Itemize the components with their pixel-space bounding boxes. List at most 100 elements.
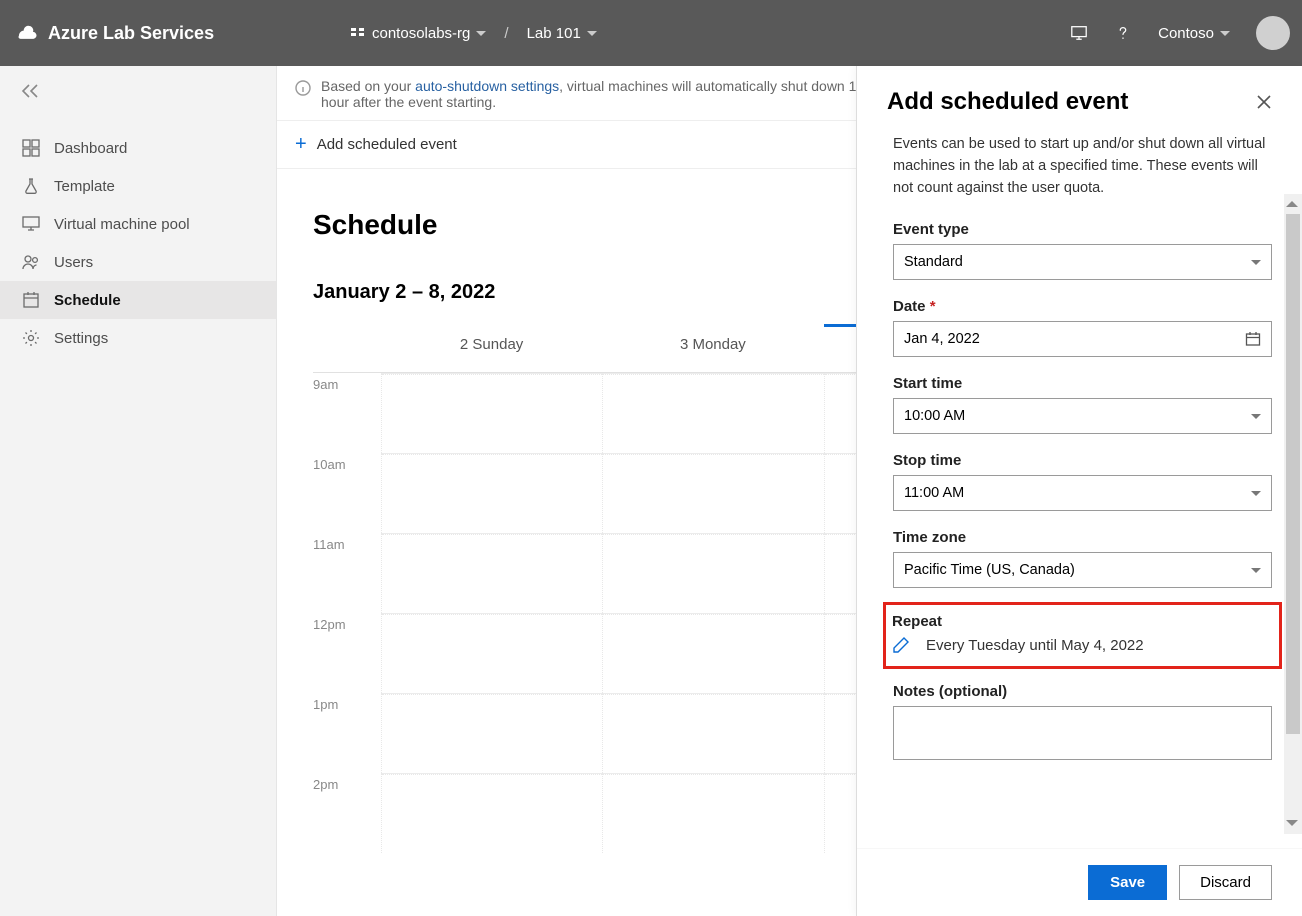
sidebar-item-schedule[interactable]: Schedule: [0, 281, 276, 319]
panel-title: Add scheduled event: [887, 88, 1128, 116]
calendar-cell[interactable]: [381, 693, 602, 773]
chevron-down-icon: [1220, 31, 1230, 36]
stop-time-select[interactable]: 11:00 AM: [893, 475, 1272, 511]
calendar-cell[interactable]: [602, 453, 823, 533]
calendar-cell[interactable]: [381, 613, 602, 693]
chevron-down-icon: [1251, 568, 1261, 573]
sidebar: Dashboard Template Virtual machine pool …: [0, 66, 277, 916]
date-value: Jan 4, 2022: [904, 331, 980, 347]
help-icon[interactable]: [1114, 24, 1132, 42]
start-time-select[interactable]: 10:00 AM: [893, 398, 1272, 434]
start-time-group: Start time 10:00 AM: [893, 375, 1272, 434]
event-type-select[interactable]: Standard: [893, 244, 1272, 280]
time-zone-value: Pacific Time (US, Canada): [904, 562, 1075, 578]
monitor-icon[interactable]: [1070, 24, 1088, 42]
auto-shutdown-link[interactable]: auto-shutdown settings: [415, 78, 559, 94]
plus-icon: +: [295, 133, 307, 156]
monitor-icon: [22, 215, 40, 233]
calendar-cell[interactable]: [381, 533, 602, 613]
sidebar-item-dashboard[interactable]: Dashboard: [0, 129, 276, 167]
time-zone-select[interactable]: Pacific Time (US, Canada): [893, 552, 1272, 588]
time-gutter-head: [313, 324, 381, 372]
calendar-icon: [22, 291, 40, 309]
chevron-down-icon: [1251, 491, 1261, 496]
calendar-cell[interactable]: [381, 773, 602, 853]
calendar-cell[interactable]: [602, 693, 823, 773]
breadcrumb-rg-label: contosolabs-rg: [372, 25, 470, 42]
save-button[interactable]: Save: [1088, 865, 1167, 900]
start-time-value: 10:00 AM: [904, 408, 965, 424]
sidebar-item-label: Settings: [54, 330, 108, 347]
time-label: 10am: [313, 453, 381, 533]
day-header-sunday[interactable]: 2 Sunday: [381, 324, 602, 372]
scroll-down-icon[interactable]: [1286, 820, 1298, 826]
flask-icon: [22, 177, 40, 195]
repeat-highlight-box: Repeat Every Tuesday until May 4, 2022: [883, 602, 1282, 669]
notes-label: Notes (optional): [893, 683, 1272, 700]
notes-textarea[interactable]: [893, 706, 1272, 760]
sidebar-item-vm-pool[interactable]: Virtual machine pool: [0, 205, 276, 243]
repeat-value: Every Tuesday until May 4, 2022: [926, 637, 1144, 654]
sidebar-item-label: Dashboard: [54, 140, 127, 157]
date-group: Date * Jan 4, 2022: [893, 298, 1272, 357]
sidebar-item-users[interactable]: Users: [0, 243, 276, 281]
calendar-cell[interactable]: [602, 373, 823, 453]
double-chevron-left-icon: [20, 84, 40, 98]
edit-icon[interactable]: [892, 636, 910, 654]
scroll-up-icon[interactable]: [1286, 201, 1298, 207]
time-zone-label: Time zone: [893, 529, 1272, 546]
start-time-label: Start time: [893, 375, 1272, 392]
calendar-cell[interactable]: [602, 613, 823, 693]
date-label: Date *: [893, 298, 1272, 315]
repeat-label: Repeat: [892, 613, 1273, 630]
calendar-cell[interactable]: [602, 773, 823, 853]
sidebar-item-label: Schedule: [54, 292, 121, 309]
panel-header: Add scheduled event: [857, 66, 1302, 130]
calendar-cell[interactable]: [381, 373, 602, 453]
time-label: 1pm: [313, 693, 381, 773]
time-label: 11am: [313, 533, 381, 613]
sidebar-collapse-button[interactable]: [0, 74, 276, 113]
breadcrumb-resource-group[interactable]: contosolabs-rg: [342, 21, 494, 46]
resource-group-icon: [350, 25, 366, 41]
header-actions: Contoso: [1070, 16, 1290, 50]
time-label: 2pm: [313, 773, 381, 853]
chevron-down-icon: [587, 31, 597, 36]
add-event-panel: Add scheduled event Events can be used t…: [856, 66, 1302, 916]
sidebar-item-label: Virtual machine pool: [54, 216, 190, 233]
notes-group: Notes (optional): [893, 683, 1272, 765]
logo-area: Azure Lab Services: [12, 19, 342, 47]
event-type-label: Event type: [893, 221, 1272, 238]
stop-time-label: Stop time: [893, 452, 1272, 469]
time-label: 12pm: [313, 613, 381, 693]
discard-button[interactable]: Discard: [1179, 865, 1272, 900]
sidebar-item-settings[interactable]: Settings: [0, 319, 276, 357]
calendar-icon: [1245, 331, 1261, 347]
breadcrumb-lab[interactable]: Lab 101: [519, 21, 605, 46]
avatar[interactable]: [1256, 16, 1290, 50]
calendar-cell[interactable]: [381, 453, 602, 533]
day-header-monday[interactable]: 3 Monday: [602, 324, 823, 372]
event-type-value: Standard: [904, 254, 963, 270]
chevron-down-icon: [476, 31, 486, 36]
date-input[interactable]: Jan 4, 2022: [893, 321, 1272, 357]
breadcrumb-lab-label: Lab 101: [527, 25, 581, 42]
calendar-cell[interactable]: [602, 533, 823, 613]
gear-icon: [22, 329, 40, 347]
panel-scrollbar-thumb[interactable]: [1286, 214, 1300, 734]
close-icon[interactable]: [1256, 94, 1272, 110]
info-icon: [295, 80, 311, 96]
panel-body: Events can be used to start up and/or sh…: [857, 130, 1302, 848]
grid-icon: [22, 139, 40, 157]
sidebar-item-label: Template: [54, 178, 115, 195]
time-zone-group: Time zone Pacific Time (US, Canada): [893, 529, 1272, 588]
users-icon: [22, 253, 40, 271]
account-menu[interactable]: Contoso: [1158, 25, 1230, 42]
chevron-down-icon: [1251, 414, 1261, 419]
add-scheduled-event-button[interactable]: + Add scheduled event: [295, 133, 457, 156]
app-header: Azure Lab Services contosolabs-rg / Lab …: [0, 0, 1302, 66]
stop-time-value: 11:00 AM: [904, 485, 964, 501]
breadcrumb: contosolabs-rg / Lab 101: [342, 21, 605, 46]
sidebar-item-template[interactable]: Template: [0, 167, 276, 205]
panel-description: Events can be used to start up and/or sh…: [893, 134, 1272, 199]
